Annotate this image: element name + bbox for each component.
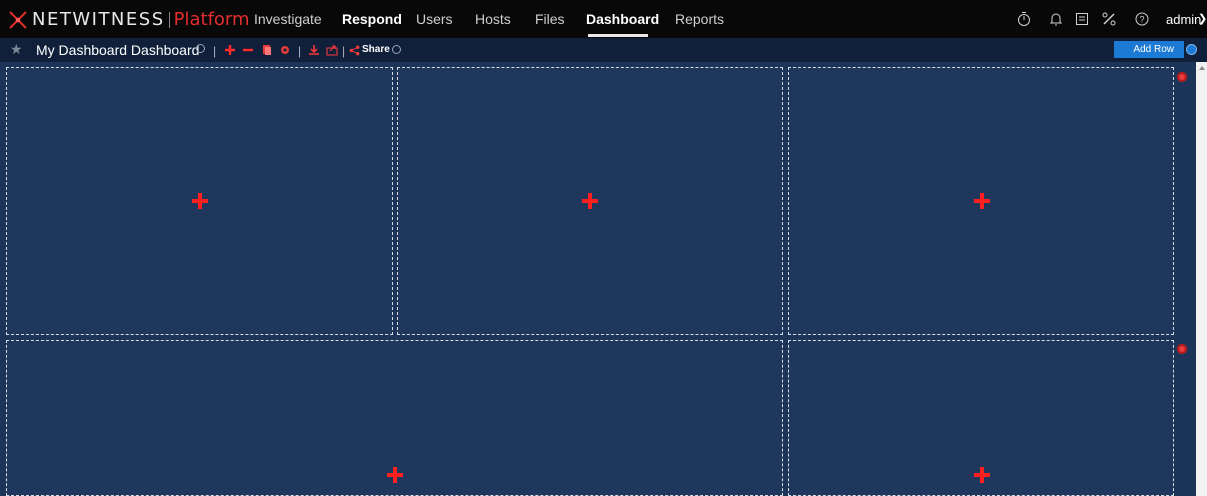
add-row-button[interactable]: Add Row (1114, 41, 1184, 58)
settings-icon[interactable] (279, 44, 291, 56)
nav-dashboard[interactable]: Dashboard (586, 11, 659, 27)
add-dashlet-icon[interactable] (582, 193, 598, 209)
top-navbar: NETWITNESS Platform Investigate Respond … (0, 0, 1207, 38)
nav-files[interactable]: Files (535, 11, 565, 27)
nav-respond[interactable]: Respond (342, 11, 402, 27)
help-icon[interactable]: ? (1134, 11, 1150, 27)
user-menu-label[interactable]: admin (1166, 12, 1201, 27)
dashboard-menu-caret-icon[interactable] (196, 44, 205, 53)
svg-text:?: ? (1139, 15, 1144, 25)
import-icon[interactable] (308, 44, 320, 56)
add-dashlet-icon[interactable] (387, 467, 403, 483)
scroll-up-arrow-icon[interactable] (1199, 66, 1205, 70)
toolbar-divider: | (213, 44, 217, 58)
bell-icon[interactable] (1048, 11, 1064, 27)
netwitness-logo-icon (9, 10, 27, 29)
remove-icon[interactable] (242, 44, 254, 56)
share-caret-icon[interactable] (392, 45, 401, 54)
dashboard-title[interactable]: My Dashboard Dashboard (36, 42, 199, 58)
active-tab-indicator (588, 34, 648, 37)
brand-name: NETWITNESS (32, 9, 165, 30)
share-icon[interactable] (349, 45, 360, 56)
tools-icon[interactable] (1101, 11, 1117, 27)
toolbar-divider: | (342, 44, 346, 58)
star-icon[interactable]: ★ (10, 41, 23, 58)
nav-users[interactable]: Users (416, 11, 453, 27)
toolbar-divider: | (298, 44, 302, 58)
tasks-icon[interactable] (1074, 11, 1090, 27)
row-settings-icon[interactable] (1177, 72, 1187, 82)
add-dashlet-icon[interactable] (974, 193, 990, 209)
add-row-caret-icon[interactable] (1186, 44, 1197, 55)
brand-separator (168, 11, 170, 28)
nav-investigate[interactable]: Investigate (254, 11, 322, 27)
logo[interactable]: NETWITNESS Platform (8, 9, 250, 30)
chevron-down-icon[interactable]: ❯ (1198, 12, 1207, 25)
nav-reports[interactable]: Reports (675, 11, 724, 27)
nav-hosts[interactable]: Hosts (475, 11, 511, 27)
add-dashlet-icon[interactable] (224, 44, 236, 56)
vertical-scrollbar[interactable] (1196, 62, 1207, 496)
row-settings-icon[interactable] (1177, 344, 1187, 354)
copy-icon[interactable] (261, 44, 273, 56)
export-icon[interactable] (326, 44, 338, 56)
add-dashlet-icon[interactable] (974, 467, 990, 483)
add-dashlet-icon[interactable] (192, 193, 208, 209)
timer-icon[interactable] (1016, 11, 1032, 27)
share-label[interactable]: Share (362, 44, 390, 55)
brand-subtitle: Platform (173, 9, 250, 30)
